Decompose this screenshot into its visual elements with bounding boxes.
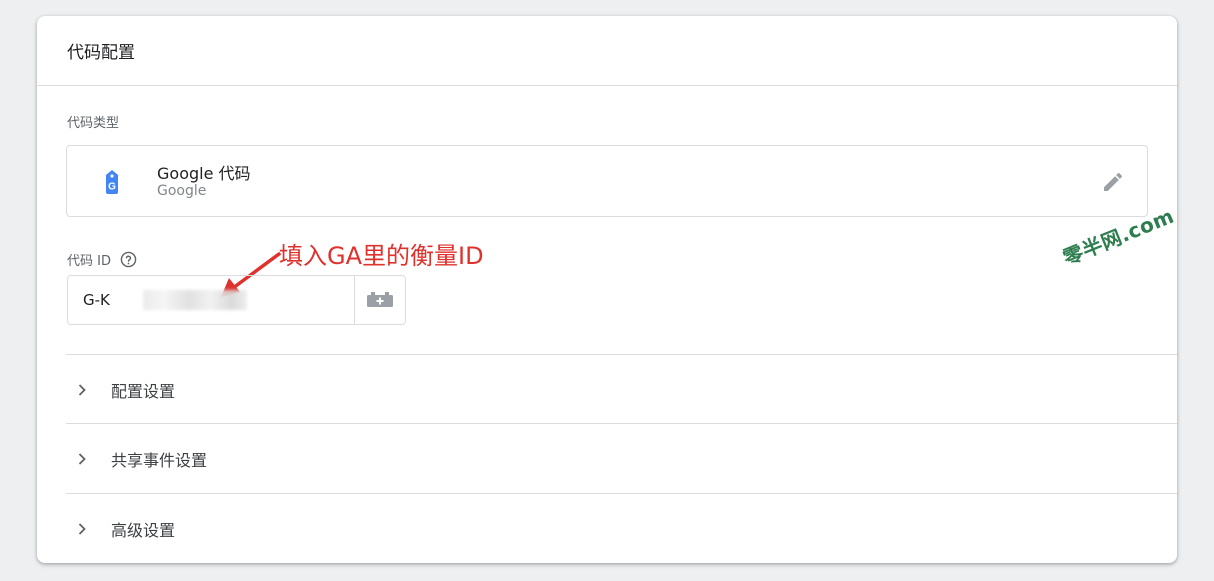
help-icon[interactable] <box>120 251 137 268</box>
tag-configuration-card: 代码配置 代码类型 G Google 代码 Google 代码 ID 填入GA里… <box>37 16 1177 563</box>
google-tag-icon: G <box>106 170 118 194</box>
card-title: 代码配置 <box>37 16 1177 86</box>
redacted-id-blur <box>143 290 247 310</box>
section-shared-event-settings[interactable]: 共享事件设置 <box>66 423 1177 493</box>
tag-type-name: Google 代码 <box>157 164 251 183</box>
red-annotation-text: 填入GA里的衡量ID <box>279 242 484 270</box>
chevron-right-icon <box>78 522 86 535</box>
tag-type-label: 代码类型 <box>67 116 120 131</box>
add-variable-icon <box>367 292 393 307</box>
chevron-right-icon <box>78 383 86 396</box>
tag-id-field <box>67 275 406 325</box>
tag-id-label-row: 代码 ID <box>67 250 137 269</box>
tag-type-vendor: Google <box>157 183 207 199</box>
tag-id-label: 代码 ID <box>67 254 111 269</box>
tag-type-selector[interactable]: G Google 代码 Google <box>66 145 1148 217</box>
section-label: 高级设置 <box>111 520 176 540</box>
variable-picker-button[interactable] <box>354 276 405 324</box>
section-advanced-settings[interactable]: 高级设置 <box>66 493 1177 563</box>
google-tag-letter: G <box>108 182 116 193</box>
pencil-edit-icon[interactable] <box>1101 170 1125 194</box>
section-label: 配置设置 <box>111 381 176 401</box>
section-label: 共享事件设置 <box>111 450 208 470</box>
section-configuration-settings[interactable]: 配置设置 <box>66 354 1177 424</box>
chevron-right-icon <box>78 452 86 465</box>
